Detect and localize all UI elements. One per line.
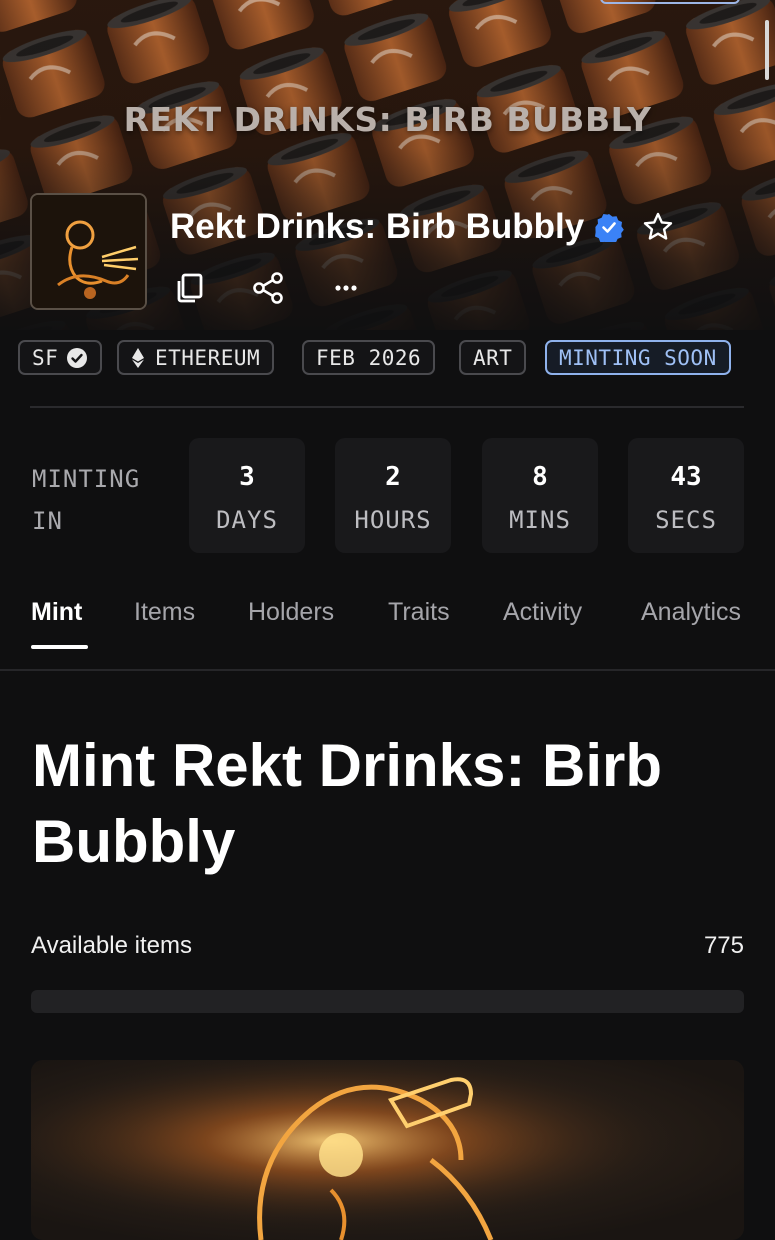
chip-chain[interactable]: ETHEREUM (117, 340, 275, 375)
chip-label: SF (32, 345, 59, 370)
countdown-secs: 43 SECS (628, 438, 744, 553)
countdown-value: 3 (239, 462, 255, 492)
share-button[interactable] (248, 268, 288, 308)
chip-label: MINTING SOON (559, 345, 717, 370)
star-icon[interactable] (642, 211, 674, 243)
tab-traits[interactable]: Traits (388, 598, 450, 627)
ethereum-icon (132, 347, 144, 368)
scroll-indicator (765, 20, 769, 80)
banner-title: REKT DRINKS: BIRB BUBBLY (123, 100, 652, 139)
more-icon (335, 285, 357, 291)
active-tab-indicator (31, 645, 88, 649)
chip-status: MINTING SOON (545, 340, 731, 375)
countdown-days: 3 DAYS (189, 438, 305, 553)
tab-mint[interactable]: Mint (31, 598, 82, 627)
countdown-unit: HOURS (354, 506, 432, 534)
tab-items[interactable]: Items (134, 598, 195, 627)
countdown-label: MINTING IN (32, 465, 141, 535)
countdown-hours: 2 HOURS (335, 438, 451, 553)
countdown-value: 8 (532, 462, 548, 492)
countdown-unit: SECS (655, 506, 717, 534)
copy-button[interactable] (170, 268, 210, 308)
chip-category[interactable]: ART (459, 340, 527, 375)
tab-activity[interactable]: Activity (503, 598, 582, 627)
banner-top-pill (600, 0, 740, 4)
countdown-unit: DAYS (216, 506, 278, 534)
more-button[interactable] (326, 268, 366, 308)
chip-label: ETHEREUM (155, 345, 261, 370)
mint-progress-bar (31, 990, 744, 1013)
countdown-value: 2 (385, 462, 401, 492)
available-items-value: 775 (703, 932, 744, 959)
chip-label: FEB 2026 (316, 345, 422, 370)
tab-holders[interactable]: Holders (248, 598, 334, 627)
collection-artwork (31, 1060, 744, 1240)
collection-title-row: Rekt Drinks: Birb Bubbly (170, 204, 674, 250)
countdown-value: 43 (670, 462, 702, 492)
collection-tabs: Mint Items Holders Traits Activity Analy… (0, 590, 775, 670)
verified-badge-icon (595, 214, 625, 242)
countdown-mins: 8 MINS (482, 438, 598, 553)
collection-actions (170, 268, 404, 308)
available-items-label: Available items (31, 932, 192, 959)
collection-tags: SF ETHEREUM FEB 2026 ART MINTING SOON (0, 340, 775, 376)
chip-date: FEB 2026 (302, 340, 436, 375)
share-icon (253, 272, 283, 304)
chip-label: ART (473, 345, 513, 370)
mint-title: Mint Rekt Drinks: Birb Bubbly (32, 732, 663, 875)
tab-analytics[interactable]: Analytics (641, 598, 741, 627)
copy-icon (177, 273, 203, 303)
countdown-unit: MINS (509, 506, 571, 534)
verified-check-icon (67, 347, 88, 368)
divider (0, 669, 775, 671)
collection-avatar (30, 193, 147, 310)
divider (30, 406, 744, 408)
chip-creator[interactable]: SF (18, 340, 103, 375)
collection-name: Rekt Drinks: Birb Bubbly (170, 207, 585, 246)
